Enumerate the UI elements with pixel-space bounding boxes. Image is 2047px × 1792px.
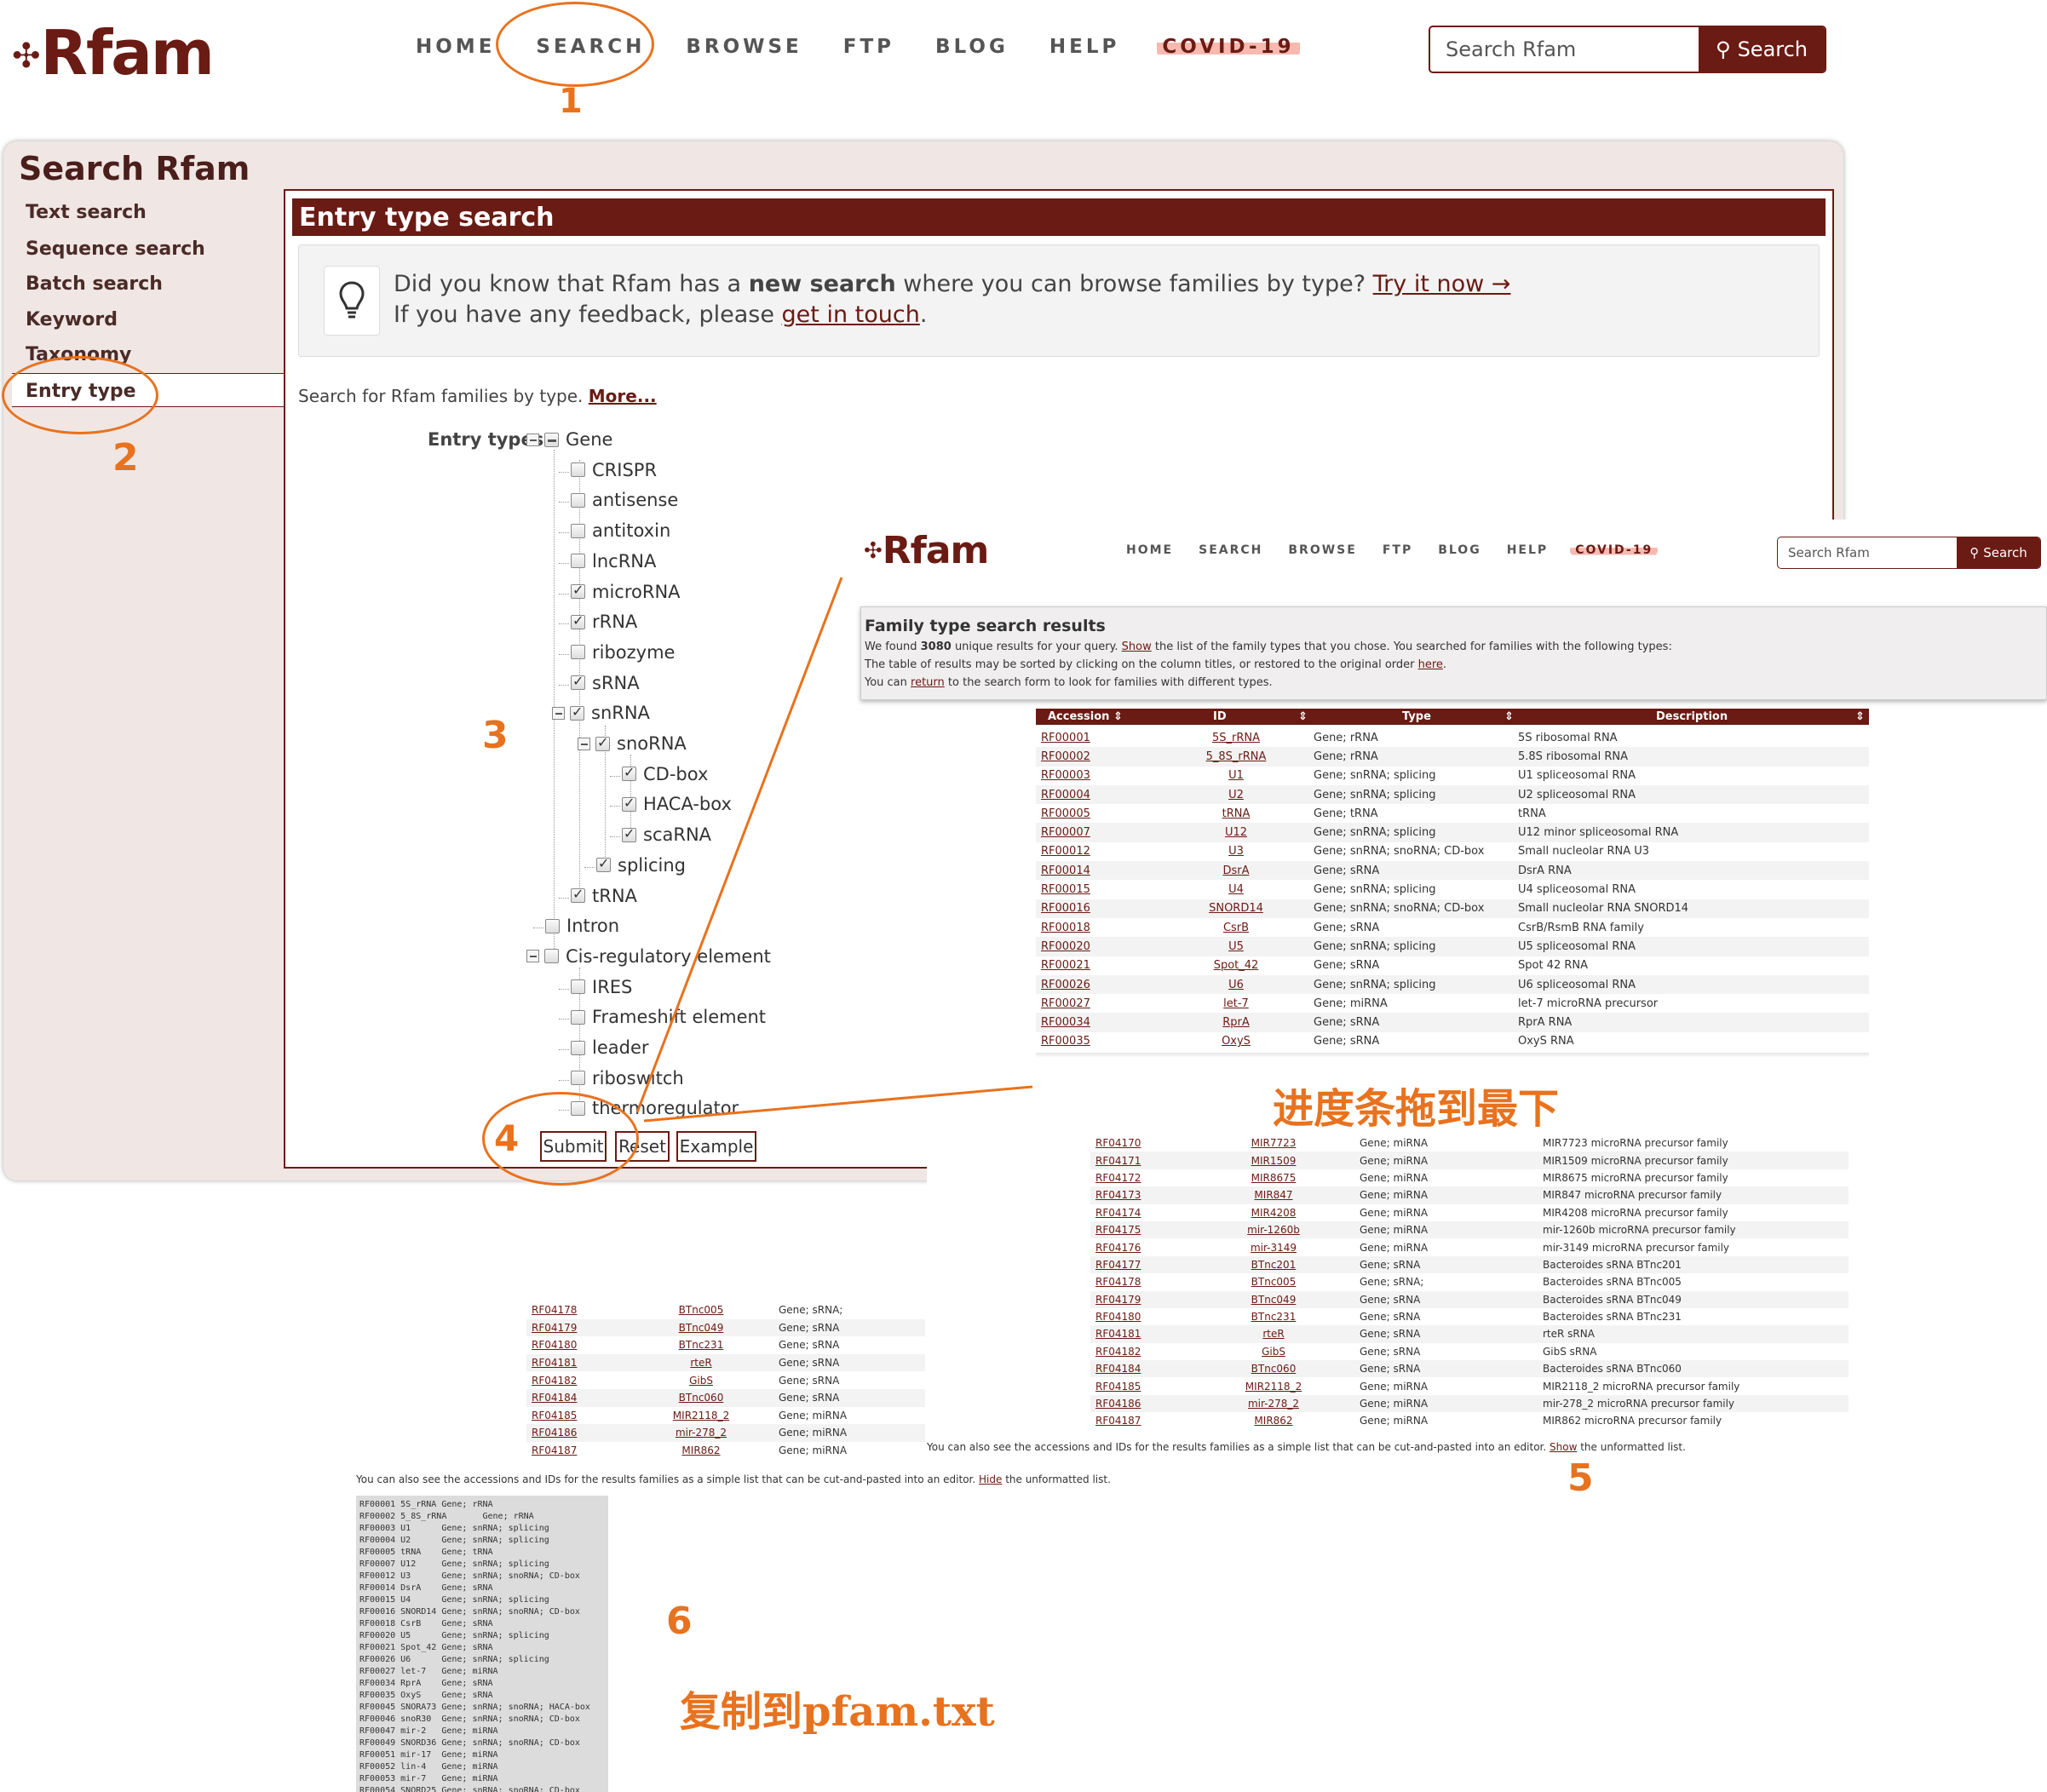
annotation-lines: [635, 577, 1033, 1123]
